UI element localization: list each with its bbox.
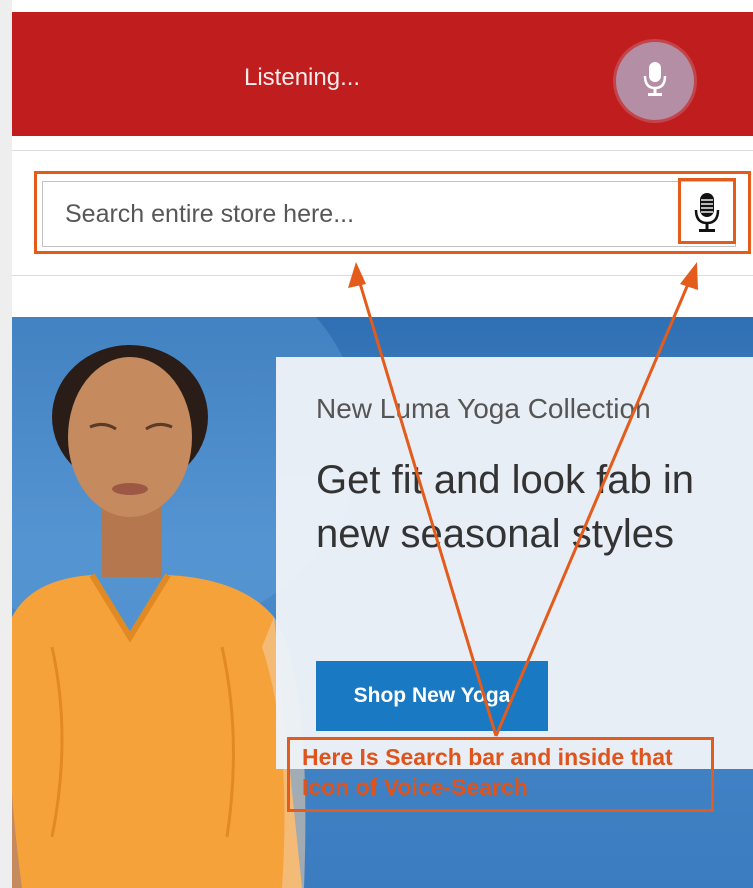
annotation-highlight-mic	[678, 178, 736, 244]
annotation-highlight-search	[34, 171, 751, 254]
hero-subtitle: New Luma Yoga Collection	[316, 393, 651, 424]
microphone-icon	[640, 60, 670, 103]
voice-search-indicator[interactable]	[616, 42, 694, 120]
voice-search-header: Listening...	[12, 12, 753, 136]
annotation-note-box: Here Is Search bar and inside that Icon …	[287, 737, 714, 812]
shop-new-yoga-button[interactable]: Shop New Yoga	[316, 661, 548, 731]
hero-headline: Get fit and look fab in new seasonal sty…	[316, 458, 695, 556]
listening-status: Listening...	[244, 64, 361, 91]
divider	[12, 275, 753, 276]
annotation-note: Here Is Search bar and inside that Icon …	[302, 744, 673, 800]
page-edge	[0, 0, 12, 888]
divider	[12, 150, 753, 151]
hero-content-panel: New Luma Yoga Collection Get fit and loo…	[276, 357, 753, 769]
